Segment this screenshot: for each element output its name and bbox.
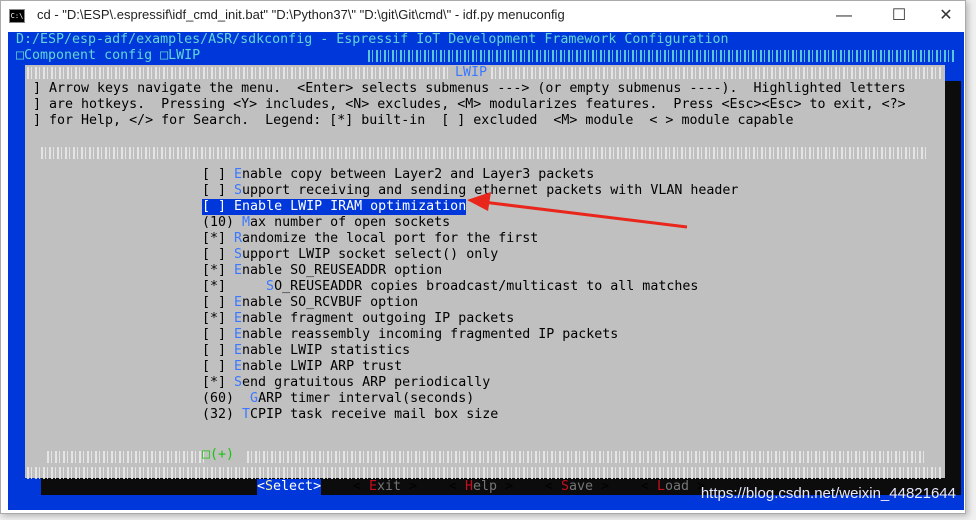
terminal-window: C:\ cd - "D:\ESP\.espressif\idf_cmd_init… <box>0 0 966 514</box>
red-arrow-annotation <box>467 192 688 229</box>
